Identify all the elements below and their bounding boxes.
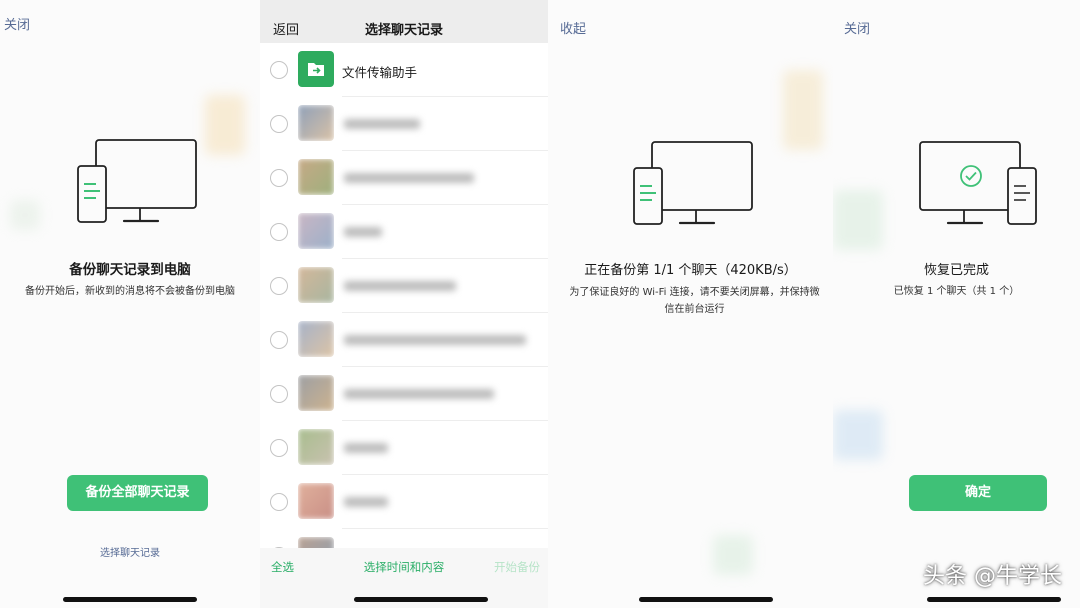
backup-description: 备份开始后，新收到的消息将不会被备份到电脑 [25, 286, 235, 297]
chat-row[interactable] [260, 151, 548, 205]
blurred-avatar [298, 213, 334, 249]
chat-name: 文件传输助手 [342, 65, 418, 80]
select-radio[interactable] [270, 61, 288, 79]
select-chats-link[interactable]: 选择聊天记录 [0, 544, 260, 559]
computer-phone-success-icon [919, 141, 1037, 225]
home-indicator [354, 597, 488, 602]
blurred-background [205, 95, 245, 155]
select-radio[interactable] [270, 169, 288, 187]
home-indicator [639, 597, 773, 602]
blurred-avatar [298, 159, 334, 195]
watermark-text: 头条 @牛学长 [923, 564, 1062, 589]
select-radio[interactable] [270, 223, 288, 241]
chat-row[interactable] [260, 367, 548, 421]
blurred-background [833, 410, 883, 460]
home-indicator [63, 597, 197, 602]
chat-row[interactable] [260, 313, 548, 367]
blurred-chat-name [344, 119, 420, 129]
select-radio[interactable] [270, 385, 288, 403]
folder-transfer-icon [308, 63, 324, 76]
page-title: 选择聊天记录 [364, 23, 443, 38]
backup-notice: 为了保证良好的 Wi-Fi 连接，请不要关闭屏幕，并保持微信在前台运行 [569, 287, 820, 315]
close-link[interactable]: 关闭 [844, 18, 870, 37]
blurred-background [833, 190, 883, 250]
backup-intro-screen: 关闭 备份聊天记录到电脑 备份开始后，新收到的消息将不会被备份到电脑 备份全部聊… [0, 0, 260, 608]
backup-heading: 备份聊天记录到电脑 [69, 262, 191, 278]
blurred-avatar [298, 429, 334, 465]
select-radio[interactable] [270, 115, 288, 133]
blurred-avatar [298, 375, 334, 411]
restore-heading: 恢复已完成 [923, 263, 989, 278]
blurred-avatar [298, 483, 334, 519]
backup-progress-heading: 正在备份第 1/1 个聊天（420KB/s） [584, 263, 797, 278]
blurred-chat-name [344, 173, 474, 183]
phone-to-computer-icon [77, 139, 197, 223]
backup-progress-screen: 收起 正在备份第 1/1 个聊天（420KB/s） 为了保证良好的 Wi-Fi … [548, 0, 833, 608]
blurred-chat-name [344, 497, 388, 507]
select-chats-screen: 返回 选择聊天记录 文件传输助手 全选 选择时间和内容 开始备份 [260, 0, 548, 608]
blurred-chat-name [344, 443, 388, 453]
confirm-button[interactable]: 确定 [909, 475, 1047, 511]
blurred-background [10, 200, 40, 230]
blurred-chat-name [344, 227, 382, 237]
restore-complete-screen: 关闭 恢复已完成 已恢复 1 个聊天（共 1 个） 确定 [833, 0, 1080, 608]
select-radio[interactable] [270, 493, 288, 511]
chat-row[interactable] [260, 205, 548, 259]
file-transfer-avatar [298, 51, 334, 87]
chat-row[interactable] [260, 97, 548, 151]
close-link[interactable]: 关闭 [4, 14, 30, 33]
phone-to-computer-icon [633, 141, 753, 225]
blurred-avatar [298, 321, 334, 357]
select-radio[interactable] [270, 277, 288, 295]
backup-all-button[interactable]: 备份全部聊天记录 [67, 475, 208, 511]
blurred-background [783, 70, 823, 150]
select-radio[interactable] [270, 439, 288, 457]
blurred-chat-name [344, 281, 456, 291]
restore-summary: 已恢复 1 个聊天（共 1 个） [893, 286, 1020, 297]
blurred-chat-name [344, 389, 494, 399]
blurred-chat-name [344, 335, 526, 345]
chat-row[interactable] [260, 421, 548, 475]
chat-row[interactable]: 文件传输助手 [260, 43, 548, 97]
chat-row[interactable] [260, 259, 548, 313]
blurred-background [713, 535, 753, 575]
blurred-avatar [298, 105, 334, 141]
navigation-bar: 返回 选择聊天记录 [260, 0, 548, 43]
start-backup-button[interactable]: 开始备份 [494, 559, 540, 575]
chat-row[interactable] [260, 475, 548, 529]
collapse-link[interactable]: 收起 [560, 18, 586, 37]
home-indicator [927, 597, 1061, 602]
blurred-avatar [298, 267, 334, 303]
select-radio[interactable] [270, 331, 288, 349]
